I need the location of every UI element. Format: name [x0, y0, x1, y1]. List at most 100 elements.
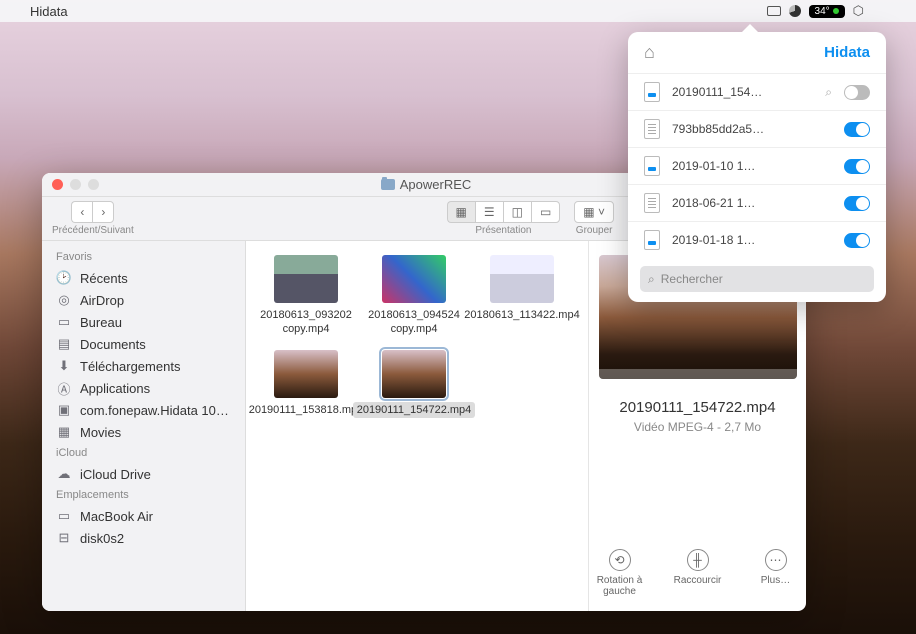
file-thumbnail	[382, 255, 446, 303]
menubar-app-name[interactable]: Hidata	[30, 4, 68, 19]
cloud-icon: ☁	[56, 466, 72, 482]
sidebar-icon: ▦	[56, 424, 72, 440]
file-name: 20180613_094524 copy.mp4	[362, 307, 466, 338]
back-button[interactable]: ‹	[71, 201, 92, 223]
folder-icon	[381, 179, 395, 190]
disk-icon: ▭	[56, 508, 72, 524]
toggle-switch[interactable]	[844, 196, 870, 211]
file-item[interactable]: 20180613_113422.mp4	[470, 255, 574, 338]
sidebar-item-label: MacBook Air	[80, 509, 153, 524]
file-icon	[644, 230, 660, 250]
list-view-button[interactable]: ☰	[475, 201, 503, 223]
popover-row: 2019-01-18 1…	[628, 221, 886, 258]
sidebar-item[interactable]: ⊟disk0s2	[42, 527, 245, 549]
popover-title: Hidata	[824, 44, 870, 61]
file-thumbnail	[490, 255, 554, 303]
preview-title: 20190111_154722.mp4	[619, 399, 775, 416]
sidebar-item[interactable]: ▤Documents	[42, 333, 245, 355]
file-item[interactable]: 20180613_094524 copy.mp4	[362, 255, 466, 338]
minimize-button[interactable]	[70, 179, 81, 190]
sidebar-item[interactable]: ▭ MacBook Air	[42, 505, 245, 527]
shield-icon[interactable]: ⬡	[853, 3, 864, 19]
search-icon: ⌕	[648, 272, 655, 287]
nav-label: Précédent/Suivant	[52, 225, 134, 236]
file-name: 20180613_113422.mp4	[460, 307, 583, 323]
sidebar-item[interactable]: ▦ Movies	[42, 421, 245, 443]
popover-row: 2018-06-21 1…	[628, 184, 886, 221]
sidebar-item[interactable]: ☁ iCloud Drive	[42, 463, 245, 485]
toggle-switch[interactable]	[844, 233, 870, 248]
file-item[interactable]: 20190111_154722.mp4	[362, 350, 466, 418]
sidebar-item[interactable]: ▣ com.fonepaw.Hidata 10…	[42, 399, 245, 421]
toggle-switch[interactable]	[844, 122, 870, 137]
file-thumbnail	[274, 350, 338, 398]
sidebar-item-label: Movies	[80, 425, 121, 440]
file-item[interactable]: 20190111_153818.mp4	[254, 350, 358, 418]
group-label: Grouper	[576, 225, 613, 236]
menubar: Hidata 34° ⬡	[0, 0, 916, 22]
hidata-popover: ⌂ Hidata 20190111_154…⌕ 793bb85dd2a5… 2019…	[628, 32, 886, 302]
file-name: 20190111_154722.mp4	[353, 402, 476, 418]
files-grid: 20180613_093202 copy.mp420180613_094524 …	[246, 241, 588, 611]
popover-filename: 2018-06-21 1…	[672, 196, 832, 210]
popover-filename: 793bb85dd2a5…	[672, 122, 832, 136]
home-icon[interactable]: ⌂	[644, 42, 655, 63]
file-name: 20190111_153818.mp4	[245, 402, 368, 418]
sidebar-item[interactable]: ▭Bureau	[42, 311, 245, 333]
sidebar-item-label: Téléchargements	[80, 359, 180, 374]
icloud-header: iCloud	[42, 443, 245, 463]
sidebar: Favoris 🕑Récents◎AirDrop▭Bureau▤Document…	[42, 241, 246, 611]
user-icon[interactable]	[872, 5, 904, 17]
toggle-switch[interactable]	[844, 85, 870, 100]
group-button[interactable]: ▦ ˅	[574, 201, 614, 223]
emplacements-header: Emplacements	[42, 485, 245, 505]
popover-search[interactable]: ⌕ Rechercher	[640, 266, 874, 292]
close-button[interactable]	[52, 179, 63, 190]
rotate-icon: ⟲	[609, 549, 631, 571]
column-view-button[interactable]: ◫	[503, 201, 531, 223]
file-thumbnail	[274, 255, 338, 303]
popover-filename: 2019-01-10 1…	[672, 159, 832, 173]
fullscreen-button[interactable]	[88, 179, 99, 190]
toggle-switch[interactable]	[844, 159, 870, 174]
search-icon[interactable]: ⌕	[825, 85, 832, 100]
popover-row: 20190111_154…⌕	[628, 73, 886, 110]
sidebar-icon: ▣	[56, 402, 72, 418]
sidebar-item-label: Documents	[80, 337, 146, 352]
trim-action[interactable]: ╫ Raccourcir	[673, 549, 723, 597]
pie-icon[interactable]	[789, 5, 801, 17]
sidebar-item-label: Bureau	[80, 315, 122, 330]
trim-icon: ╫	[687, 549, 709, 571]
search-placeholder: Rechercher	[661, 272, 723, 286]
file-icon	[644, 82, 660, 102]
preview-actions: ⟲ Rotation à gauche ╫ Raccourcir ⋯ Plus…	[595, 549, 801, 597]
forward-button[interactable]: ›	[92, 201, 114, 223]
sidebar-item-label: com.fonepaw.Hidata 10…	[80, 403, 229, 418]
sidebar-item[interactable]: ⬇ Téléchargements	[42, 355, 245, 377]
wifi-icon[interactable]	[767, 6, 781, 16]
popover-header: ⌂ Hidata	[628, 32, 886, 73]
gallery-view-button[interactable]: ▭	[531, 201, 560, 223]
sidebar-item[interactable]: Ⓐ Applications	[42, 377, 245, 399]
presentation-label: Présentation	[475, 225, 531, 236]
file-icon	[644, 119, 660, 139]
menubar-right: 34° ⬡	[767, 3, 904, 19]
rotate-action[interactable]: ⟲ Rotation à gauche	[595, 549, 645, 597]
sidebar-item-label: Applications	[80, 381, 150, 396]
sidebar-item[interactable]: 🕑Récents	[42, 267, 245, 289]
disk-icon: ⊟	[56, 530, 72, 546]
preview-subtitle: Vidéo MPEG-4 - 2,7 Mo	[634, 420, 761, 434]
sidebar-icon: ⬇	[56, 358, 72, 374]
favoris-header: Favoris	[42, 247, 245, 267]
popover-row: 2019-01-10 1…	[628, 147, 886, 184]
sidebar-item-label: Récents	[80, 271, 128, 286]
more-action[interactable]: ⋯ Plus…	[751, 549, 801, 597]
sidebar-icon: ◎	[56, 292, 72, 308]
file-icon	[644, 156, 660, 176]
sidebar-item-label: iCloud Drive	[80, 467, 151, 482]
file-item[interactable]: 20180613_093202 copy.mp4	[254, 255, 358, 338]
sidebar-icon: Ⓐ	[56, 380, 72, 396]
icon-view-button[interactable]: ▦	[447, 201, 475, 223]
sidebar-item[interactable]: ◎AirDrop	[42, 289, 245, 311]
temp-indicator[interactable]: 34°	[809, 5, 845, 18]
